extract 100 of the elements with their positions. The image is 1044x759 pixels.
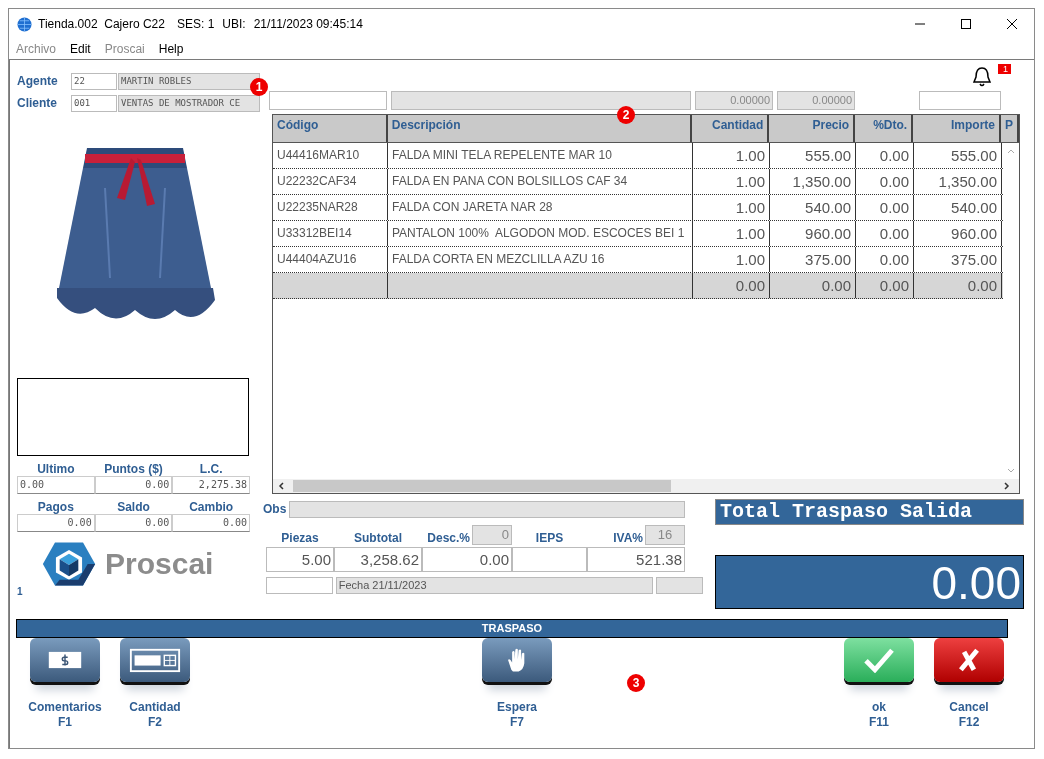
summary-field: 0.00: [422, 547, 512, 572]
table-cell: 1.00: [693, 169, 770, 194]
total-cell: 0.00: [770, 273, 856, 298]
discount-field: 0: [472, 525, 512, 545]
payment-field: 0.00: [172, 514, 250, 532]
table-cell: U33312BEI14: [273, 221, 388, 246]
cube-logo-icon: [41, 540, 97, 588]
client-name-field: VENTAS DE MOSTRADOR CE: [118, 94, 260, 112]
table-cell: 555.00: [914, 143, 1002, 168]
code-input[interactable]: [269, 90, 387, 110]
notification-badge: 1: [998, 64, 1011, 74]
payment-field: 0.00: [94, 514, 173, 532]
date-field: Fecha 21/11/2023: [335, 577, 653, 594]
total-cell: 0.00: [856, 273, 914, 298]
table-cell: 0.00: [856, 247, 914, 272]
total-amount: 0.00: [715, 555, 1024, 609]
field-label: Saldo: [116, 500, 151, 514]
table-cell: 0.00: [856, 221, 914, 246]
table-cell: 540.00: [770, 195, 856, 220]
calculator-icon: [128, 647, 182, 673]
table-cell: 555.00: [770, 143, 856, 168]
client-code-field[interactable]: 001: [71, 94, 117, 112]
status-field: [655, 577, 703, 594]
field-label: Ultimo: [36, 462, 76, 476]
maximize-icon[interactable]: [960, 18, 972, 30]
table-cell: 0.00: [856, 143, 914, 168]
cancel-button[interactable]: [934, 638, 1004, 682]
account-field: 0.00: [17, 476, 95, 494]
scroll-left-icon[interactable]: [277, 481, 287, 491]
field-label: Cambio: [188, 500, 235, 514]
table-cell: U44404AZU16: [273, 247, 388, 272]
notes-box[interactable]: [17, 378, 249, 456]
button-label: ok: [872, 700, 886, 715]
session-label: SES: 1: [176, 17, 215, 31]
callout-badge: 1: [250, 78, 268, 96]
table-cell: U22232CAF34: [273, 169, 388, 194]
scroll-right-icon[interactable]: [1001, 481, 1011, 491]
table-cell: 1.00: [693, 143, 770, 168]
field-label: Puntos ($): [103, 462, 164, 476]
action-button[interactable]: [120, 638, 190, 682]
table-cell: FALDA EN PANA CON BOLSILLOS CAF 34: [388, 169, 693, 194]
ok-button[interactable]: [844, 638, 914, 682]
field-label: IVA%: [613, 531, 643, 545]
shortcut-key: F11: [869, 715, 889, 730]
column-header[interactable]: Precio: [769, 115, 856, 142]
shortcut-key: F7: [510, 715, 524, 730]
window-title: Tienda.002 Cajero C22: [38, 17, 165, 31]
callout-badge: 3: [627, 674, 645, 692]
menu-item[interactable]: Help: [158, 42, 184, 56]
field-label: Subtotal: [353, 531, 403, 545]
table-cell: 0.00: [856, 169, 914, 194]
total-cell: 0.00: [914, 273, 1002, 298]
table-cell: 1,350.00: [914, 169, 1002, 194]
column-header[interactable]: Importe: [913, 115, 1001, 142]
scroll-thumb[interactable]: [293, 480, 671, 492]
column-header[interactable]: %Dto.: [855, 115, 914, 142]
table-cell: 1.00: [693, 221, 770, 246]
button-label: Cantidad: [129, 700, 181, 715]
field-label: Agente: [17, 74, 59, 88]
summary-field: 521.38: [587, 547, 685, 572]
table-cell: 960.00: [770, 221, 856, 246]
obs-field[interactable]: [289, 500, 686, 518]
extra-input[interactable]: [919, 90, 1001, 110]
account-field: 2,275.38: [172, 476, 250, 494]
close-icon[interactable]: [1006, 18, 1018, 30]
table-cell: FALDA CON JARETA NAR 28: [388, 195, 693, 220]
action-button[interactable]: [482, 638, 552, 682]
horizontal-scrollbar[interactable]: [273, 479, 1019, 493]
column-header[interactable]: Código: [273, 115, 388, 142]
menu-item[interactable]: Edit: [70, 42, 91, 56]
field-label: Piezas: [280, 531, 320, 545]
account-field: 0.00: [94, 476, 173, 494]
field-label: Cliente: [17, 96, 58, 110]
table-cell: 375.00: [914, 247, 1002, 272]
table-cell: 960.00: [914, 221, 1002, 246]
tax-rate-field: 16: [645, 525, 685, 545]
status-field: [266, 577, 333, 594]
action-button[interactable]: [30, 638, 100, 682]
page-number: 1: [17, 586, 24, 597]
total-title: Total Traspaso Salida: [715, 499, 1024, 525]
shortcut-key: F1: [58, 715, 72, 730]
field-label: L.C.: [198, 462, 224, 476]
shortcut-key: F12: [958, 715, 980, 730]
table-cell: 0.00: [856, 195, 914, 220]
total-cell: 0.00: [693, 273, 770, 298]
table-cell: 540.00: [914, 195, 1002, 220]
location-label: UBI:: [222, 17, 246, 31]
logo-text: Proscai: [105, 547, 214, 581]
column-header[interactable]: Cantidad: [692, 115, 770, 142]
field-label: Desc.%: [427, 531, 470, 545]
button-label: Cancel: [949, 700, 989, 715]
table-cell: U22235NAR28: [273, 195, 388, 220]
datetime-label: 21/11/2023 09:45:14: [253, 17, 363, 31]
globe-icon: [17, 16, 32, 32]
field-label: Pagos: [36, 500, 75, 514]
field-label: Obs: [263, 502, 287, 516]
agent-code-field[interactable]: 22: [71, 72, 117, 90]
bell-icon[interactable]: [972, 66, 992, 88]
field-label: IEPS: [534, 531, 565, 545]
summary-field: 3,258.62: [334, 547, 422, 572]
